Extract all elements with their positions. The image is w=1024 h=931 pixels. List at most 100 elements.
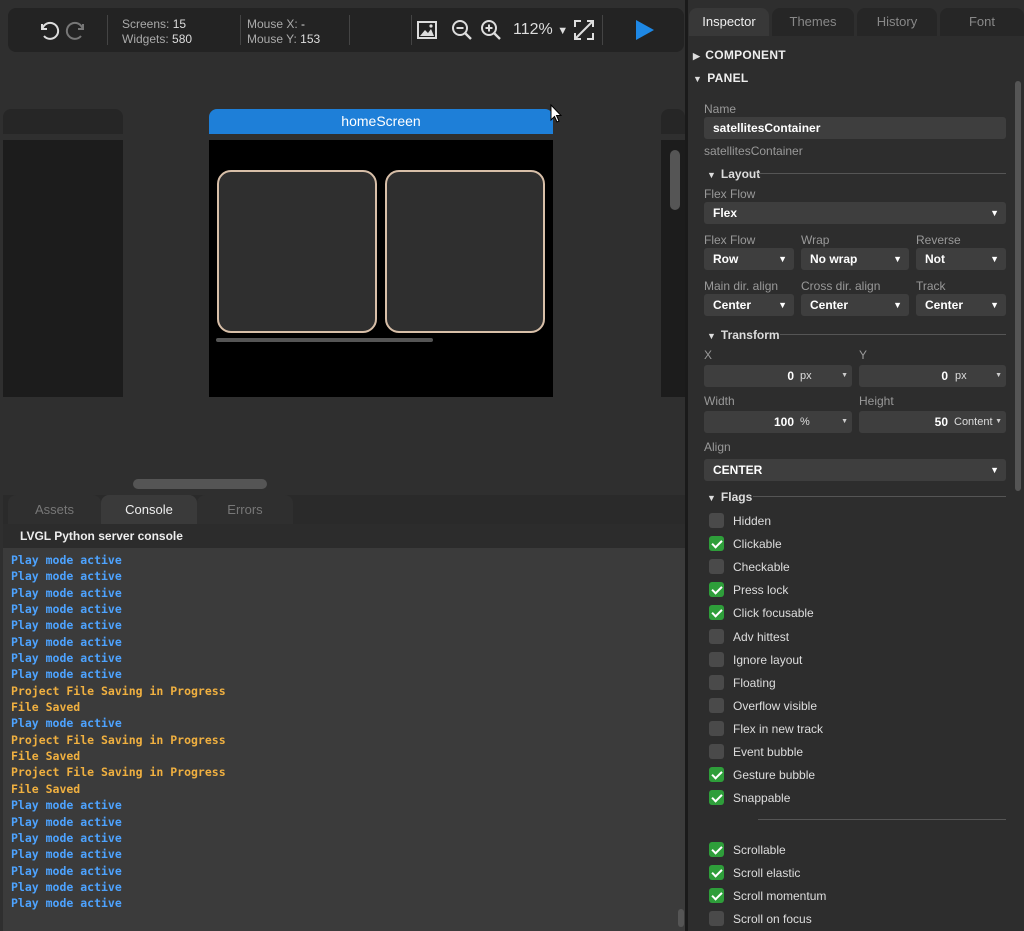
caret-right-icon: ▶ [693,51,701,61]
panel-section-header[interactable]: ▼ PANEL [693,71,749,85]
widgets-value: 580 [172,32,193,46]
align-dropdown[interactable]: CENTER ▼ [704,459,1006,481]
checkbox[interactable] [709,559,724,575]
tab-console[interactable]: Console [101,495,197,524]
tab-assets[interactable]: Assets [8,495,101,524]
checkbox[interactable] [709,628,724,644]
flags-title: Flags [720,490,753,504]
layout-section-header[interactable]: ▼ Layout [707,167,760,181]
home-screen-preview[interactable] [209,140,553,397]
checkbox[interactable] [709,865,724,881]
layout-title: Layout [720,167,761,181]
adjacent-screen-tab[interactable] [661,109,685,134]
adjacent-screen-tab[interactable] [3,109,123,134]
chevron-down-icon: ▼ [841,372,848,379]
zoom-in-icon[interactable] [479,18,503,42]
inspector-scrollbar[interactable] [1015,81,1021,491]
console-line: Play mode active [11,798,122,813]
checkbox[interactable] [709,767,724,783]
zoom-level-dropdown[interactable]: 112% ▼ [513,21,568,39]
height-unit[interactable]: Content [954,411,993,433]
width-input[interactable]: 100% ▼ [704,411,852,433]
reverse-label: Reverse [916,233,961,247]
screen-title-tab[interactable]: homeScreen [209,109,553,134]
flow-dropdown[interactable]: Row ▼ [704,248,794,270]
checkbox[interactable] [709,651,724,667]
transform-section-header[interactable]: ▼ Transform [707,328,780,342]
console-line: Play mode active [11,553,122,567]
checkbox[interactable] [709,697,724,713]
component-section-header[interactable]: ▶ COMPONENT [693,48,786,62]
checkbox[interactable] [709,582,724,598]
play-icon[interactable] [632,18,656,42]
bottom-tabs: Assets Console Errors [3,495,685,524]
component-header-label: COMPONENT [705,48,786,62]
satellite-panel[interactable] [217,170,377,333]
console-line: Play mode active [11,569,122,584]
cross-align-label: Cross dir. align [801,279,881,293]
console-line: Play mode active [11,716,122,731]
tab-errors[interactable]: Errors [197,495,293,524]
tab-font[interactable]: Font [940,8,1024,36]
reverse-dropdown[interactable]: Not ▼ [916,248,1006,270]
wrap-dropdown[interactable]: No wrap ▼ [801,248,909,270]
tab-inspector[interactable]: Inspector [689,8,769,36]
adjacent-screen[interactable] [3,140,123,397]
tab-themes[interactable]: Themes [772,8,854,36]
checkbox[interactable] [709,720,724,736]
satellite-panel[interactable] [385,170,545,333]
redo-icon[interactable] [65,18,89,42]
mouse-y-stat: Mouse Y: 153 [247,32,320,47]
name-input[interactable]: satellitesContainer [704,117,1006,139]
console-scrollbar[interactable] [678,909,684,927]
checkbox[interactable] [709,513,724,528]
name-hint: satellitesContainer [704,144,803,158]
widgets-stat: Widgets: 580 [122,32,192,47]
mouse-y-value: 153 [300,32,321,46]
checkbox[interactable] [709,911,724,927]
layout-type-dropdown[interactable]: Flex ▼ [704,202,1006,224]
x-unit[interactable]: px [800,365,812,387]
flag-label: Floating [733,675,776,690]
canvas-vertical-scrollbar[interactable] [670,150,680,210]
screens-value: 15 [172,17,187,31]
checkbox[interactable] [709,888,724,904]
console-panel: LVGL Python server console Play mode act… [3,524,685,931]
checkbox[interactable] [709,674,724,690]
screens-stat: Screens: 15 [122,17,186,32]
checkbox[interactable] [709,842,724,857]
track-value: Center [925,298,964,312]
cross-align-dropdown[interactable]: Center ▼ [801,294,909,316]
x-input[interactable]: 0 px ▼ [704,365,852,387]
checkbox[interactable] [709,536,724,552]
image-icon[interactable] [415,18,439,42]
panel-header-label: PANEL [707,71,749,85]
chevron-down-icon: ▼ [990,300,999,310]
height-value: 50 [934,415,948,429]
zoom-out-icon[interactable] [450,18,474,42]
height-input[interactable]: 50 Content ▼ [859,411,1006,433]
console-line: Play mode active [11,863,122,878]
chevron-down-icon: ▼ [893,300,902,310]
checkbox[interactable] [709,790,724,806]
track-dropdown[interactable]: Center ▼ [916,294,1006,316]
console-line: File Saved [11,781,81,796]
widgets-label: Widgets: [122,32,169,46]
tab-history[interactable]: History [857,8,937,36]
canvas-horizontal-scrollbar[interactable] [133,479,267,489]
fit-screen-icon[interactable] [572,18,596,42]
design-canvas[interactable]: homeScreen [3,57,685,492]
width-unit[interactable]: % [800,411,810,433]
checkbox[interactable] [709,605,724,621]
flags-section-header[interactable]: ▼ Flags [707,490,752,504]
y-unit[interactable]: px [955,365,967,387]
undo-icon[interactable] [36,18,60,42]
main-align-dropdown[interactable]: Center ▼ [704,294,794,316]
y-input[interactable]: 0 px ▼ [859,365,1006,387]
checkbox[interactable] [709,744,724,759]
console-line: Play mode active [11,602,122,617]
console-line: Play mode active [11,634,122,649]
toolbar-separator [240,15,241,45]
main-align-label: Main dir. align [704,279,779,293]
transform-title: Transform [720,328,780,342]
